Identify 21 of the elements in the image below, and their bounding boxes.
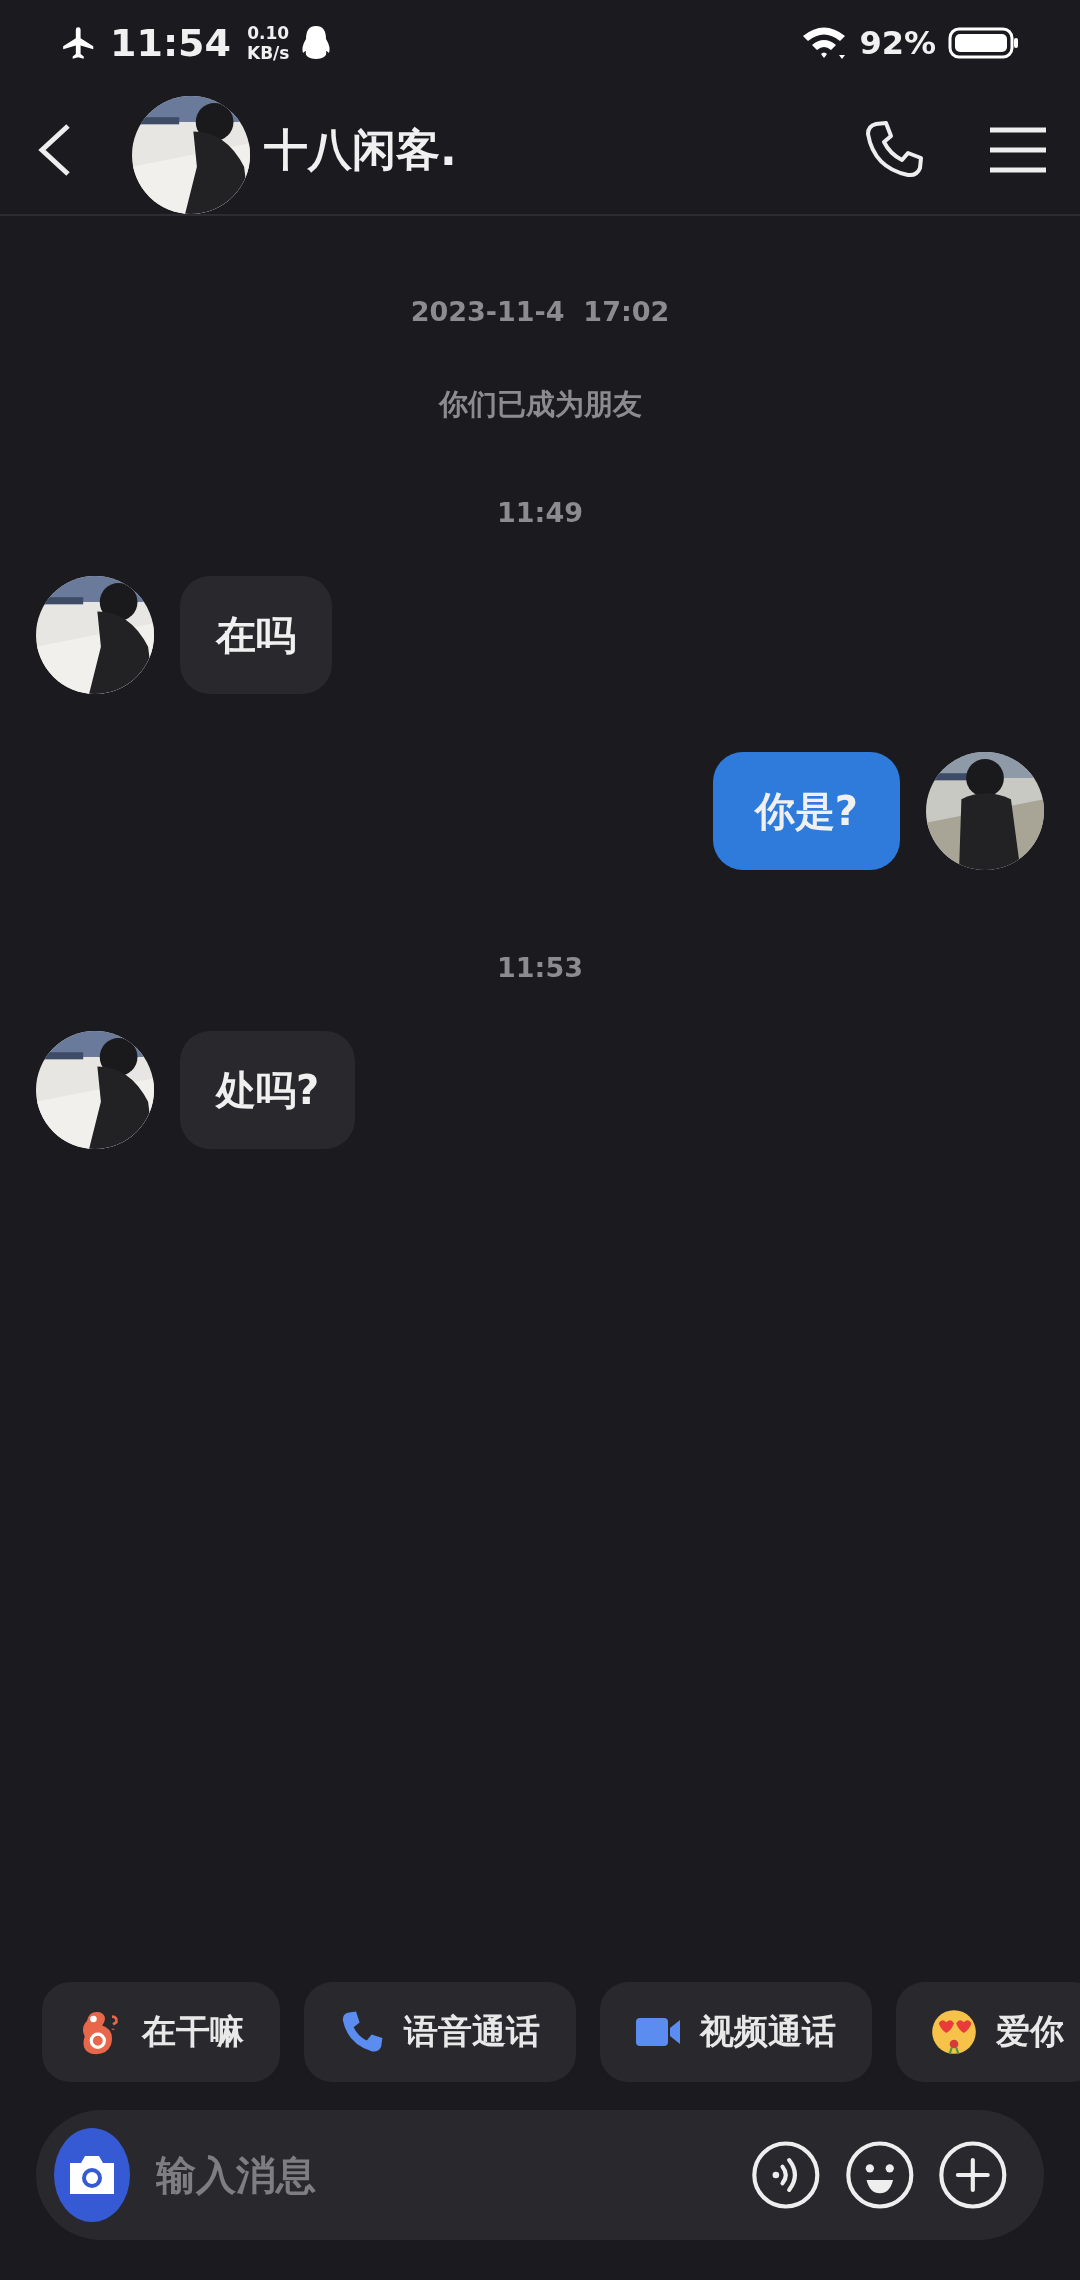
system-notice: 你们已成为朋友 [438,386,642,423]
wifi-icon [801,25,848,61]
quick-action-chip[interactable]: 视频通话 [600,1982,872,2082]
received-message: 在吗 [180,576,332,694]
battery-icon [948,27,1020,59]
heart-eyes-emoji-icon [930,2008,978,2056]
camera-button[interactable] [54,2128,131,2222]
speed-unit: KB/s [246,43,290,63]
timestamp: 11:53 [497,952,583,983]
clock: 11:54 [110,21,231,65]
quick-action-chip[interactable]: 爱你 [896,1982,1080,2082]
sent-message: 你是? [712,752,900,870]
penguin-icon [301,25,332,61]
network-speed: 0.10 [247,23,290,43]
timestamp: 11:49 [497,497,583,528]
timestamp: 2023-11-4 17:02 [410,296,670,327]
contact-name: 十八闲客. [264,122,457,177]
quick-action-chip[interactable]: 语音通话 [304,1982,576,2082]
quick-action-chip[interactable]: 在干嘛 [42,1982,280,2082]
received-message: 处吗? [180,1031,356,1149]
battery-percentage: 92% [859,24,936,62]
